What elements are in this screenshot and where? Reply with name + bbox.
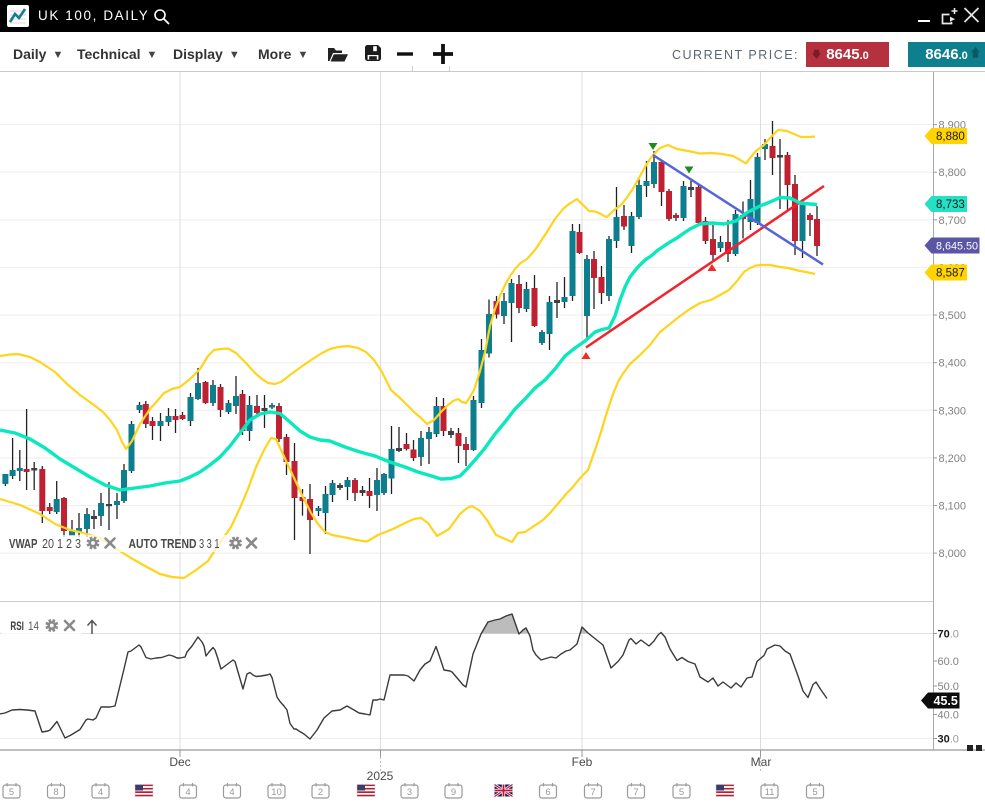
svg-text:8,500: 8,500 bbox=[939, 310, 967, 322]
svg-text:4: 4 bbox=[98, 787, 103, 798]
svg-text:3: 3 bbox=[407, 787, 412, 798]
svg-text:8,300: 8,300 bbox=[939, 405, 967, 417]
svg-text:5: 5 bbox=[812, 787, 817, 798]
svg-text:50.0: 50.0 bbox=[938, 681, 959, 693]
svg-text:8: 8 bbox=[53, 787, 58, 798]
svg-text:20 1 2 3: 20 1 2 3 bbox=[42, 537, 81, 551]
svg-text:2: 2 bbox=[318, 787, 323, 798]
svg-text:8,587: 8,587 bbox=[936, 268, 965, 280]
svg-text:60.0: 60.0 bbox=[938, 656, 959, 668]
svg-text:Dec: Dec bbox=[169, 755, 190, 769]
svg-text:7: 7 bbox=[590, 787, 595, 798]
svg-text:8,880: 8,880 bbox=[936, 131, 965, 143]
svg-text:VWAP: VWAP bbox=[9, 537, 38, 551]
svg-text:5: 5 bbox=[679, 787, 684, 798]
svg-text:8,800: 8,800 bbox=[939, 167, 967, 179]
svg-text:8,700: 8,700 bbox=[939, 215, 967, 227]
svg-text:9: 9 bbox=[451, 787, 456, 798]
svg-text:8,400: 8,400 bbox=[939, 358, 967, 370]
svg-text:Feb: Feb bbox=[572, 755, 593, 769]
svg-text:30.0: 30.0 bbox=[938, 734, 959, 746]
svg-text:2025: 2025 bbox=[367, 769, 394, 783]
svg-text:RSI: RSI bbox=[10, 619, 24, 633]
svg-text:8,200: 8,200 bbox=[939, 453, 967, 465]
svg-text:5: 5 bbox=[9, 787, 14, 798]
svg-text:7: 7 bbox=[633, 787, 638, 798]
svg-text:14: 14 bbox=[28, 619, 39, 633]
svg-text:70.0: 70.0 bbox=[938, 629, 959, 641]
svg-text:10: 10 bbox=[271, 787, 282, 798]
svg-text:4: 4 bbox=[185, 787, 190, 798]
svg-text:6: 6 bbox=[545, 787, 550, 798]
svg-text:8,000: 8,000 bbox=[939, 548, 967, 560]
svg-text:11: 11 bbox=[765, 787, 775, 798]
svg-text:AUTO TREND: AUTO TREND bbox=[129, 537, 197, 551]
svg-text:8,733: 8,733 bbox=[936, 199, 965, 211]
svg-text:40.0: 40.0 bbox=[938, 710, 959, 722]
svg-text:8,100: 8,100 bbox=[939, 501, 967, 513]
svg-text:3 3 1: 3 3 1 bbox=[199, 537, 220, 551]
svg-text:8,645.50: 8,645.50 bbox=[936, 241, 978, 253]
svg-text:45.5: 45.5 bbox=[934, 694, 958, 708]
svg-text:4: 4 bbox=[229, 787, 234, 798]
svg-text:Mar: Mar bbox=[751, 755, 772, 769]
